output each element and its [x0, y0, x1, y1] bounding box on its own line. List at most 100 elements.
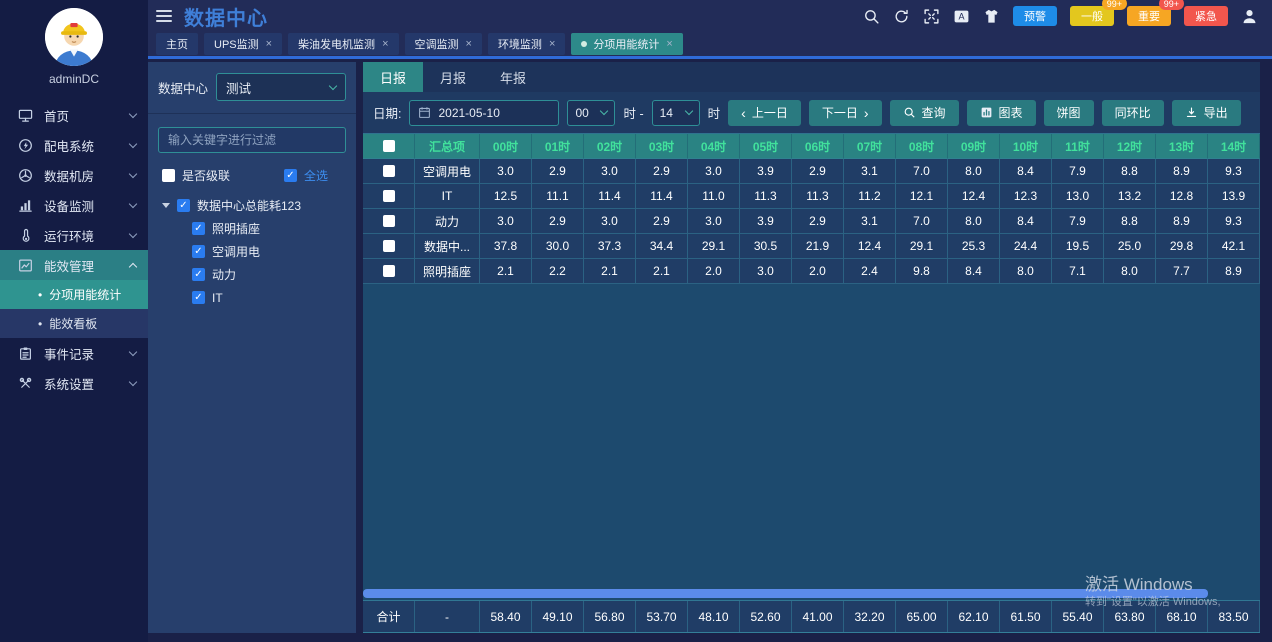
chevron-down-icon	[129, 377, 137, 385]
value-cell: 25.0	[1104, 234, 1156, 259]
value-cell: 7.9	[1052, 209, 1104, 234]
scrollbar-thumb[interactable]	[363, 589, 1208, 598]
sidebar-item-3[interactable]: 数据机房	[0, 160, 148, 190]
row-checkbox-cell	[363, 234, 415, 259]
alert-button-2[interactable]: 一般99+	[1070, 6, 1114, 26]
tree-child-checkbox[interactable]	[192, 291, 205, 304]
window-tabs: 主页 UPS监测柴油发电机监测 空调监测 环境监测分项用能统计	[148, 32, 1272, 56]
report-tab-1[interactable]: 日报	[363, 62, 423, 92]
export-button[interactable]: 导出	[1172, 100, 1241, 126]
tree-child-checkbox[interactable]	[192, 222, 205, 235]
avatar[interactable]	[45, 8, 103, 66]
bar-chart-icon	[980, 106, 993, 119]
sidebar-item-4[interactable]: 设备监测	[0, 190, 148, 220]
value-cell: 3.1	[844, 159, 896, 184]
sidebar-item-7[interactable]: 事件记录	[0, 338, 148, 368]
hour-header-cell: 08时	[896, 134, 948, 159]
prev-day-button[interactable]: 上一日	[728, 100, 801, 126]
total-value-cell: 83.50	[1208, 601, 1260, 632]
sidebar-subitem-1[interactable]: 分项用能统计	[0, 280, 148, 309]
row-checkbox[interactable]	[383, 215, 395, 227]
datacenter-select[interactable]: 测试	[216, 73, 346, 101]
alert-button-label: 重要	[1138, 8, 1160, 24]
tree-child-row-4[interactable]: IT	[148, 286, 356, 309]
prev-day-label: 上一日	[752, 104, 788, 121]
query-button[interactable]: 查询	[890, 100, 959, 126]
close-icon[interactable]	[382, 38, 388, 50]
date-input[interactable]: 2021-05-10	[409, 100, 559, 126]
window-tab-label: 主页	[166, 36, 188, 52]
hour-start-select[interactable]: 00	[567, 100, 615, 126]
value-cell: 42.1	[1208, 234, 1260, 259]
tree-expander-icon[interactable]	[162, 203, 170, 208]
tree-child-checkbox[interactable]	[192, 268, 205, 281]
download-icon	[1185, 106, 1198, 119]
close-icon[interactable]	[266, 38, 272, 50]
value-cell: 3.9	[740, 159, 792, 184]
table-row: IT12.511.111.411.411.011.311.311.212.112…	[363, 184, 1260, 209]
compare-button[interactable]: 同环比	[1102, 100, 1164, 126]
value-cell: 2.0	[792, 259, 844, 284]
chevron-down-icon	[129, 169, 137, 177]
window-tab-2[interactable]: UPS监测	[204, 33, 282, 55]
window-tab-3[interactable]: 柴油发电机监测	[288, 33, 398, 55]
cascade-checkbox[interactable]	[162, 169, 175, 182]
tree-root-row[interactable]: 数据中心总能耗123	[148, 194, 356, 217]
report-tab-2[interactable]: 月报	[423, 62, 483, 92]
tree-child-row-1[interactable]: 照明插座	[148, 217, 356, 240]
value-cell: 11.1	[532, 184, 584, 209]
next-day-button[interactable]: 下一日	[809, 100, 882, 126]
sidebar-item-8[interactable]: 系统设置	[0, 368, 148, 398]
close-icon[interactable]	[666, 38, 672, 50]
theme-shirt-icon[interactable]	[983, 8, 1000, 25]
value-cell: 29.1	[896, 234, 948, 259]
search-icon[interactable]	[863, 8, 880, 25]
fullscreen-icon[interactable]	[923, 8, 940, 25]
value-cell: 29.1	[688, 234, 740, 259]
translate-icon[interactable]: A	[953, 8, 970, 25]
value-cell: 12.1	[896, 184, 948, 209]
alert-button-4[interactable]: 紧急	[1184, 6, 1228, 26]
row-checkbox[interactable]	[383, 265, 395, 277]
select-all-checkbox[interactable]	[284, 169, 297, 182]
row-checkbox[interactable]	[383, 190, 395, 202]
select-all-rows-checkbox[interactable]	[383, 140, 395, 152]
alert-button-3[interactable]: 重要99+	[1127, 6, 1171, 26]
hour-start-value: 00	[575, 106, 588, 120]
keyword-search-input[interactable]	[168, 133, 336, 147]
refresh-icon[interactable]	[893, 8, 910, 25]
row-checkbox[interactable]	[383, 240, 395, 252]
sidebar-subitem-2[interactable]: 能效看板	[0, 309, 148, 338]
window-tab-5[interactable]: 环境监测	[488, 33, 565, 55]
tree-root-checkbox[interactable]	[177, 199, 190, 212]
tree-child-row-3[interactable]: 动力	[148, 263, 356, 286]
close-icon[interactable]	[466, 38, 472, 50]
hour-end-select[interactable]: 14	[652, 100, 700, 126]
tree-child-row-2[interactable]: 空调用电	[148, 240, 356, 263]
window-tab-label: 空调监测	[415, 36, 459, 52]
hamburger-menu-icon[interactable]	[156, 10, 172, 22]
sidebar-item-2[interactable]: 配电系统	[0, 130, 148, 160]
window-tab-1[interactable]: 主页	[156, 33, 198, 55]
total-summary-cell: -	[415, 601, 480, 632]
chart-button[interactable]: 图表	[967, 100, 1036, 126]
user-icon[interactable]	[1241, 8, 1258, 25]
window-tab-4[interactable]: 空调监测	[405, 33, 482, 55]
sidebar-item-5[interactable]: 运行环境	[0, 220, 148, 250]
report-tab-3[interactable]: 年报	[483, 62, 543, 92]
row-checkbox[interactable]	[383, 165, 395, 177]
close-icon[interactable]	[549, 38, 555, 50]
alert-button-1[interactable]: 预警	[1013, 6, 1057, 26]
next-day-label: 下一日	[822, 104, 858, 121]
sidebar-item-6[interactable]: 能效管理	[0, 250, 148, 280]
window-tab-6[interactable]: 分项用能统计	[571, 33, 682, 55]
sidebar-item-label: 系统设置	[44, 374, 130, 393]
tree-child-checkbox[interactable]	[192, 245, 205, 258]
sidebar-item-1[interactable]: 首页	[0, 100, 148, 130]
power-distribution-icon	[18, 137, 34, 153]
value-cell: 2.4	[844, 259, 896, 284]
title-row: 数据中心 A预警一般99+重要99+紧急	[148, 0, 1272, 32]
alert-button-label: 紧急	[1195, 8, 1217, 24]
pie-button[interactable]: 饼图	[1044, 100, 1094, 126]
select-all-label[interactable]: 全选	[304, 167, 328, 184]
